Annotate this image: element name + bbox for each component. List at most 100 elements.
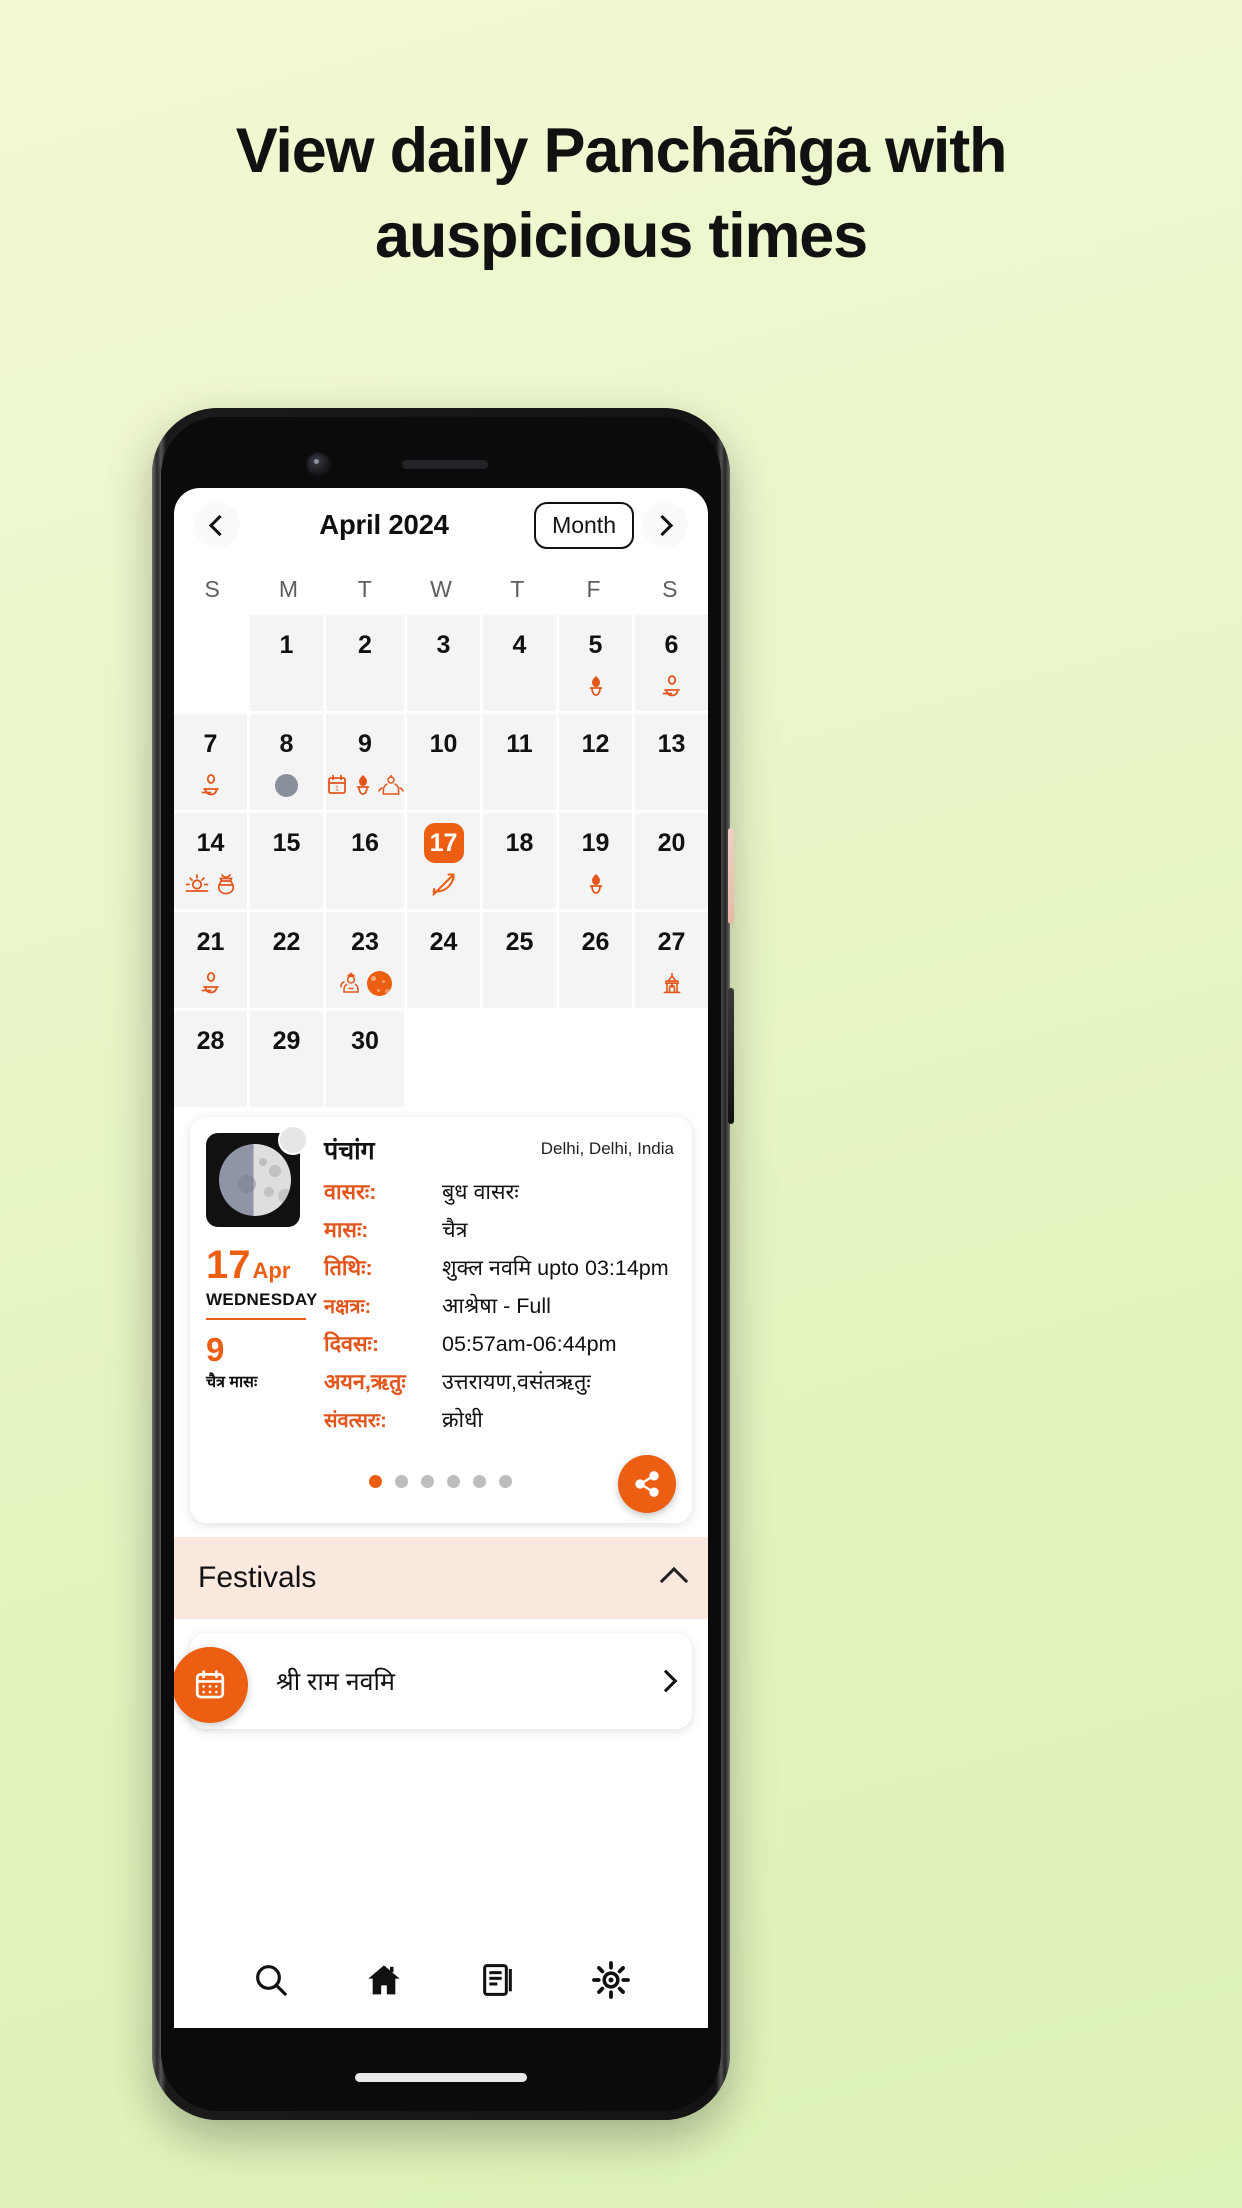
calendar-day-27[interactable]: 27 bbox=[635, 912, 708, 1008]
festivals-title: Festivals bbox=[198, 1561, 317, 1594]
nav-search[interactable] bbox=[236, 1945, 306, 2015]
calendar-day-22[interactable]: 22 bbox=[250, 912, 323, 1008]
panchang-title: पंचांग bbox=[324, 1137, 375, 1165]
calendar-day-6[interactable]: 6 bbox=[635, 615, 708, 711]
panchang-row: तिथिः: शुक्ल नवमि upto 03:14pm bbox=[324, 1253, 674, 1282]
new-moon-icon bbox=[275, 773, 298, 797]
calendar-day-26[interactable]: 26 bbox=[559, 912, 632, 1008]
panchang-section: 17Apr WEDNESDAY 9 चैत्र मासः पंचांग Delh… bbox=[174, 1107, 708, 1523]
day-number: 12 bbox=[581, 729, 610, 758]
share-button[interactable] bbox=[618, 1455, 676, 1513]
calendar-day-11[interactable]: 11 bbox=[483, 714, 556, 810]
volume-button[interactable] bbox=[728, 828, 734, 924]
day-number: 6 bbox=[664, 630, 679, 659]
chevron-left-icon bbox=[208, 514, 231, 536]
calendar-day-9[interactable]: 91 bbox=[326, 714, 404, 810]
carousel-dots[interactable] bbox=[368, 1474, 512, 1488]
weekday-label-6: S bbox=[662, 576, 678, 602]
next-month-button[interactable] bbox=[642, 502, 688, 548]
day-number: 18 bbox=[505, 828, 534, 857]
calendar-day-25[interactable]: 25 bbox=[483, 912, 556, 1008]
festivals-header[interactable]: Festivals bbox=[174, 1537, 708, 1619]
panchang-date-block: 17Apr WEDNESDAY bbox=[206, 1245, 318, 1320]
calendar-day-14[interactable]: 14 bbox=[174, 813, 247, 909]
day-number: 26 bbox=[581, 927, 610, 956]
panchang-card[interactable]: 17Apr WEDNESDAY 9 चैत्र मासः पंचांग Delh… bbox=[190, 1117, 692, 1523]
day-number: 30 bbox=[351, 1026, 379, 1055]
calendar-day-10[interactable]: 10 bbox=[407, 714, 480, 810]
calendar-day-16[interactable]: 16 bbox=[326, 813, 404, 909]
nav-settings[interactable] bbox=[576, 1945, 646, 2015]
calendar-day-19[interactable]: 19 bbox=[559, 813, 632, 909]
calendar-day-4[interactable]: 4 bbox=[483, 615, 556, 711]
weekday-header-row: SMTWTFS bbox=[174, 562, 708, 615]
calendar-cell-empty bbox=[483, 1011, 556, 1107]
headline-line-1: View daily Panchāñga with bbox=[235, 116, 1008, 186]
day-event-icons bbox=[585, 669, 607, 703]
calendar-day-5[interactable]: 5 bbox=[559, 615, 632, 711]
full-moon-icon bbox=[366, 970, 392, 996]
list-item[interactable]: श्री राम नवमि bbox=[174, 1633, 692, 1729]
day-number: 13 bbox=[657, 729, 686, 758]
app-surface: April 2024 Month SMTWTFS 1 2 3 4 5 6 7 8 9 1 10 11 1… bbox=[174, 488, 708, 2028]
previous-month-button[interactable] bbox=[194, 502, 240, 548]
panchang-row: मासः: चैत्र bbox=[324, 1215, 674, 1244]
calendar-day-1[interactable]: 1 bbox=[250, 615, 323, 711]
calendar-day-29[interactable]: 29 bbox=[250, 1011, 323, 1107]
calendar-day-21[interactable]: 21 bbox=[174, 912, 247, 1008]
articles-icon bbox=[482, 1964, 512, 1996]
carousel-dot-1[interactable] bbox=[394, 1474, 408, 1488]
day-number: 8 bbox=[279, 729, 294, 758]
carousel-dot-5[interactable] bbox=[498, 1474, 512, 1488]
chevron-right-icon bbox=[651, 514, 674, 536]
hanuman-icon bbox=[339, 970, 363, 996]
calendar-day-18[interactable]: 18 bbox=[483, 813, 556, 909]
calendar-day-3[interactable]: 3 bbox=[407, 615, 480, 711]
day-number: 24 bbox=[429, 927, 458, 956]
calendar-day-7[interactable]: 7 bbox=[174, 714, 247, 810]
day-number: 29 bbox=[272, 1026, 301, 1055]
waning-moon-icon bbox=[206, 1125, 308, 1227]
calendar-day-24[interactable]: 24 bbox=[407, 912, 480, 1008]
kalash-icon bbox=[352, 772, 374, 798]
bottom-navigation bbox=[174, 1932, 708, 2028]
share-icon bbox=[635, 1471, 659, 1497]
panchang-row-value: क्रोधी bbox=[442, 1408, 483, 1432]
calendar-day-28[interactable]: 28 bbox=[174, 1011, 247, 1107]
panchang-location[interactable]: Delhi, Delhi, India bbox=[541, 1139, 674, 1159]
weekday-label-1: M bbox=[278, 576, 298, 602]
nav-articles[interactable] bbox=[463, 1945, 533, 2015]
calendar-day-17[interactable]: 17 bbox=[407, 813, 480, 909]
calendar-day-2[interactable]: 2 bbox=[326, 615, 404, 711]
calendar-day-30[interactable]: 30 bbox=[326, 1011, 404, 1107]
day-number: 7 bbox=[203, 729, 218, 758]
calendar-day-12[interactable]: 12 bbox=[559, 714, 632, 810]
carousel-dot-0[interactable] bbox=[368, 1474, 382, 1488]
shivling-icon bbox=[660, 673, 684, 699]
day-event-icons bbox=[184, 867, 238, 901]
nav-home[interactable] bbox=[349, 1945, 419, 2015]
calendar-day-20[interactable]: 20 bbox=[635, 813, 708, 909]
day-number: 9 bbox=[358, 729, 372, 758]
weekday-label-5: F bbox=[586, 576, 601, 602]
calendar-day-15[interactable]: 15 bbox=[250, 813, 323, 909]
panchang-weekday: WEDNESDAY bbox=[206, 1290, 318, 1309]
calendar-cell-empty bbox=[407, 1011, 480, 1107]
headline-line-2: auspicious times bbox=[375, 201, 868, 271]
day-event-icons bbox=[339, 966, 392, 1000]
carousel-dot-4[interactable] bbox=[472, 1474, 486, 1488]
carousel-dot-2[interactable] bbox=[420, 1474, 434, 1488]
calendar-day-13[interactable]: 13 bbox=[635, 714, 708, 810]
day-number: 28 bbox=[196, 1026, 225, 1055]
calendar-header: April 2024 Month bbox=[174, 488, 708, 562]
panchang-row-key: दिवसः: bbox=[324, 1332, 379, 1356]
calendar-day-23[interactable]: 23 bbox=[326, 912, 404, 1008]
shivling-icon bbox=[199, 970, 223, 996]
day-number: 21 bbox=[196, 927, 225, 956]
day-number: 1 bbox=[279, 630, 294, 659]
calendar-day-8[interactable]: 8 bbox=[250, 714, 323, 810]
carousel-dot-3[interactable] bbox=[446, 1474, 460, 1488]
panchang-masa-label: चैत्र मासः bbox=[206, 1374, 258, 1391]
power-button[interactable] bbox=[728, 988, 734, 1124]
view-mode-button[interactable]: Month bbox=[534, 501, 634, 549]
